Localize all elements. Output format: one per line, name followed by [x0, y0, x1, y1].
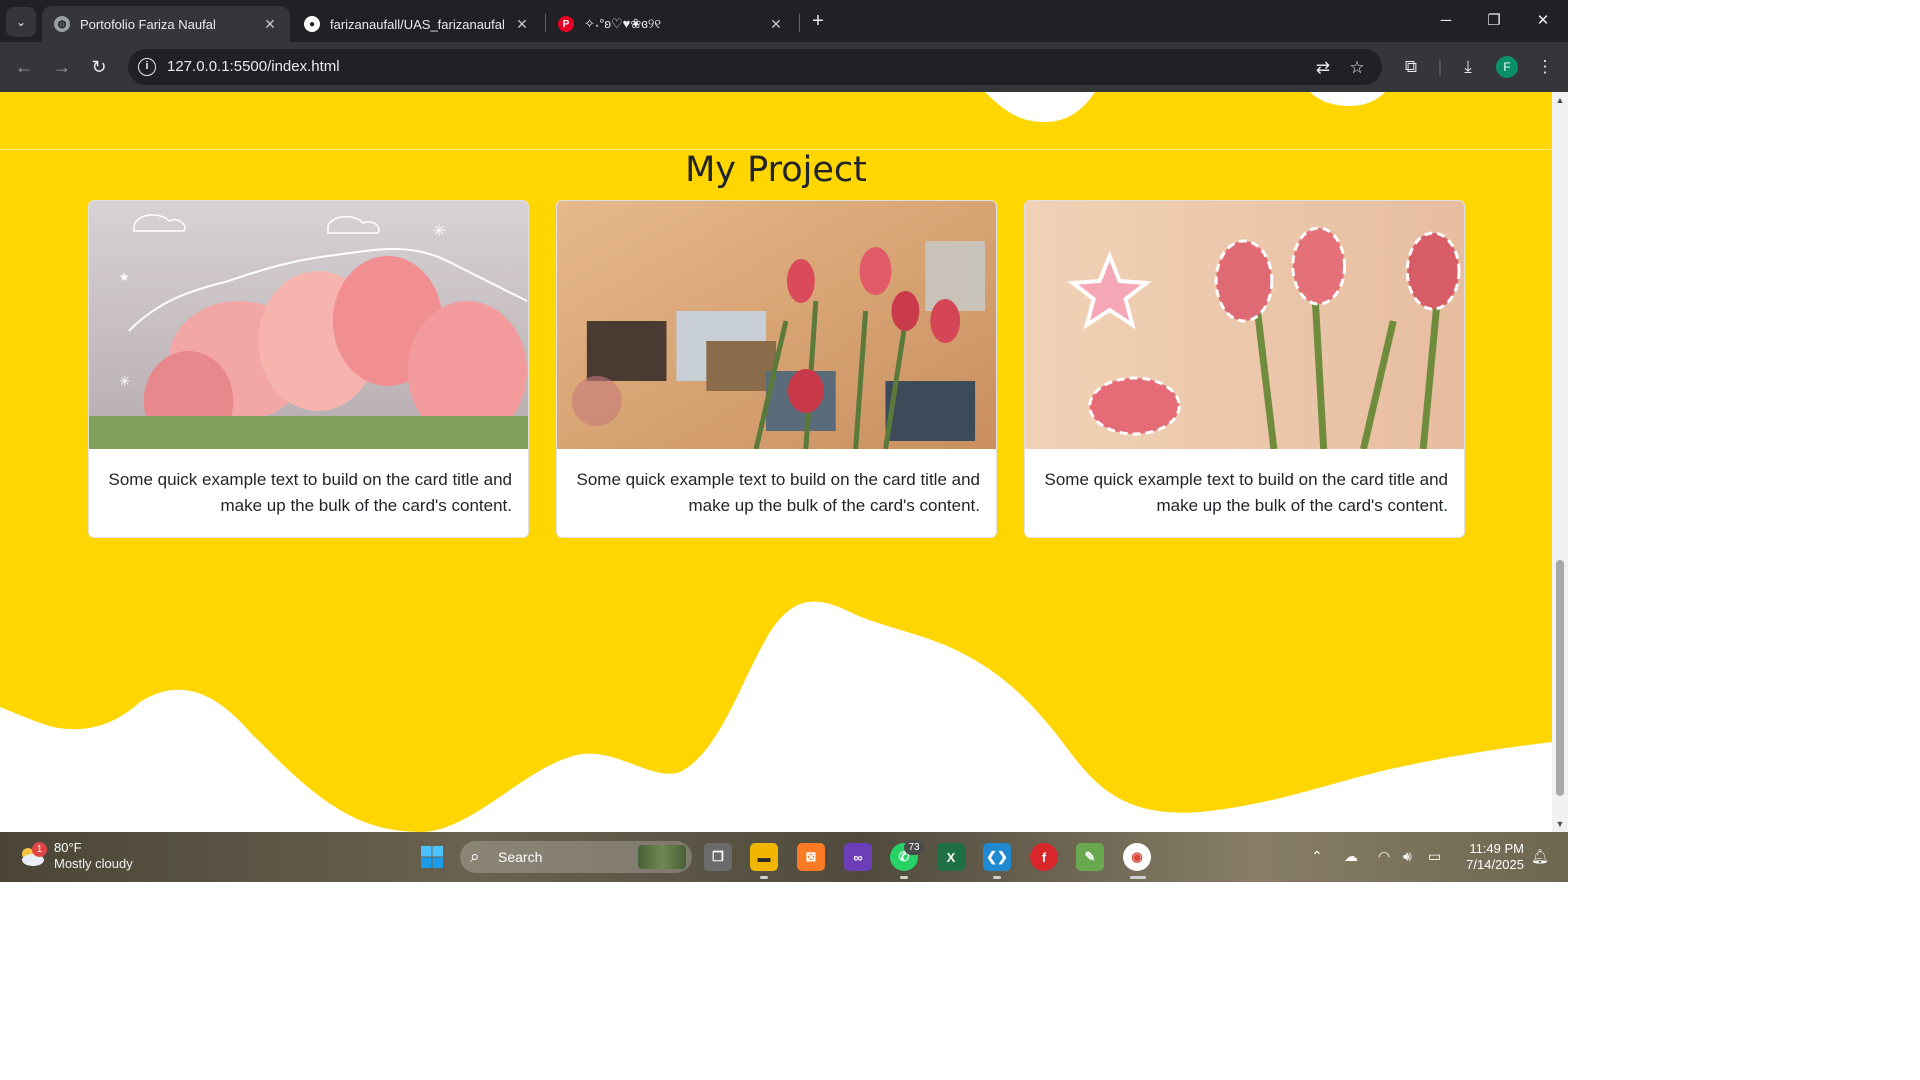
svg-text:✳: ✳	[432, 223, 445, 240]
flash-player-icon[interactable]: f	[1030, 843, 1058, 871]
back-icon[interactable]: ←	[12, 55, 36, 79]
search-icon: ⌕	[470, 847, 480, 866]
card-image-tulips-star	[1025, 201, 1464, 449]
battery-icon[interactable]: ▭	[1428, 848, 1441, 865]
download-icon[interactable]: ⤓	[1456, 55, 1480, 79]
forward-icon[interactable]: →	[50, 55, 74, 79]
section-title: My Project	[685, 150, 867, 190]
notepad-icon[interactable]: ✎	[1076, 843, 1104, 871]
scrollbar-thumb[interactable]	[1556, 560, 1564, 796]
close-icon[interactable]: ✕	[514, 16, 530, 33]
reload-icon[interactable]: ↻	[87, 55, 111, 79]
url-text[interactable]: 127.0.0.1:5500/index.html	[167, 58, 340, 75]
tab-title: farizanaufall/UAS_farizanaufal	[330, 16, 505, 32]
weather-badge: 1	[32, 842, 47, 857]
card-image-tulips-doodle: ✳ ✳ ★	[89, 201, 528, 449]
project-card[interactable]: Some quick example text to build on the …	[1024, 200, 1465, 538]
tray-overflow-icon[interactable]: ⌃	[1311, 848, 1323, 865]
taskbar-wallpaper	[0, 832, 1568, 882]
weather-condition: Mostly cloudy	[54, 856, 133, 871]
vscode-icon[interactable]: ❮❯	[983, 843, 1011, 871]
project-card[interactable]: Some quick example text to build on the …	[556, 200, 997, 538]
project-card[interactable]: ✳ ✳ ★ Some quick example text to build o…	[88, 200, 529, 538]
restore-icon[interactable]: ❐	[1479, 8, 1509, 34]
weather-widget[interactable]: 1 80°F Mostly cloudy	[18, 840, 133, 872]
app-running-indicator	[900, 876, 908, 879]
window-close-icon[interactable]: ✕	[1528, 8, 1558, 34]
toolbar-divider: |	[1437, 57, 1443, 76]
page-viewport: My Project ✳ ✳ ★ Some quick example text…	[0, 92, 1552, 832]
card-text: Some quick example text to build on the …	[108, 470, 512, 515]
github-icon: ●	[304, 16, 320, 32]
windows-taskbar: 1 80°F Mostly cloudy ⌕ Search ❐ ▬ ⊠ ∞ ✆ …	[0, 832, 1568, 882]
tab-separator	[799, 14, 800, 32]
card-text: Some quick example text to build on the …	[576, 470, 980, 515]
close-icon[interactable]: ✕	[262, 16, 278, 33]
svg-text:✳: ✳	[119, 373, 131, 389]
minimize-icon[interactable]: ─	[1431, 8, 1461, 34]
profile-avatar[interactable]: F	[1496, 56, 1518, 78]
chrome-icon[interactable]: ◉	[1123, 843, 1151, 871]
volume-icon[interactable]: 🔊︎	[1403, 848, 1412, 865]
card-image-tulips-wall	[557, 201, 996, 449]
excel-icon[interactable]: X	[937, 843, 965, 871]
app-running-indicator	[760, 876, 768, 879]
scroll-down-icon[interactable]: ▼	[1555, 819, 1565, 829]
address-bar[interactable]: i 127.0.0.1:5500/index.html ⇄ ☆	[128, 49, 1382, 85]
card-text: Some quick example text to build on the …	[1044, 470, 1448, 515]
tab-portfolio[interactable]: ◍ Portofolio Fariza Naufal ✕	[42, 6, 290, 42]
tab-search-button[interactable]: ⌄	[6, 7, 36, 37]
close-icon[interactable]: ✕	[768, 16, 784, 33]
notification-icon[interactable]: 🔔︎	[1531, 848, 1549, 865]
extensions-icon[interactable]: ⧉	[1399, 55, 1423, 79]
weather-temp: 80°F	[54, 840, 82, 855]
app-active-indicator	[1130, 876, 1146, 879]
pinterest-icon: P	[558, 16, 574, 32]
tab-title: Portofolio Fariza Naufal	[80, 16, 216, 32]
clock-date: 7/14/2025	[1466, 857, 1524, 872]
translate-icon[interactable]: ⇄	[1312, 57, 1334, 79]
wifi-icon[interactable]: ◠	[1378, 848, 1390, 865]
cloud-sun-icon: 1	[18, 842, 47, 868]
menu-kebab-icon[interactable]: ⋮	[1533, 55, 1557, 79]
tab-strip: ⌄ ◍ Portofolio Fariza Naufal ✕ ● farizan…	[0, 0, 1568, 42]
scroll-up-icon[interactable]: ▲	[1555, 95, 1565, 105]
chevron-down-icon: ⌄	[15, 15, 27, 29]
search-label: Search	[498, 849, 543, 865]
tab-github[interactable]: ● farizanaufall/UAS_farizanaufal ✕	[292, 6, 542, 42]
onedrive-icon[interactable]: ☁	[1344, 848, 1358, 865]
browser-window: ⌄ ◍ Portofolio Fariza Naufal ✕ ● farizan…	[0, 0, 1568, 882]
clock-time: 11:49 PM	[1469, 841, 1524, 856]
tab-pinterest[interactable]: P ✧˖°ʚ♡♥❀ɞ୨୧ ✕	[546, 6, 796, 42]
whatsapp-badge: 73	[904, 840, 924, 855]
new-tab-button[interactable]: +	[806, 9, 830, 33]
browser-toolbar: ← → ↻ i 127.0.0.1:5500/index.html ⇄ ☆ ⧉ …	[0, 42, 1568, 92]
taskbar-search[interactable]: ⌕ Search	[460, 841, 692, 873]
system-clock[interactable]: 11:49 PM 7/14/2025	[1462, 841, 1524, 873]
visual-studio-icon[interactable]: ∞	[844, 843, 872, 871]
page-scrollbar[interactable]: ▲ ▼	[1552, 92, 1568, 832]
task-view-icon[interactable]: ❐	[704, 843, 732, 871]
windows-start-icon[interactable]	[420, 845, 444, 869]
file-explorer-icon[interactable]: ▬	[750, 843, 778, 871]
search-highlight-image	[638, 845, 686, 869]
xampp-icon[interactable]: ⊠	[797, 843, 825, 871]
globe-icon: ◍	[54, 16, 70, 32]
bookmark-star-icon[interactable]: ☆	[1346, 57, 1368, 79]
app-running-indicator	[993, 876, 1001, 879]
tab-title: ✧˖°ʚ♡♥❀ɞ୨୧	[584, 16, 662, 31]
svg-text:★: ★	[119, 270, 130, 284]
site-info-icon[interactable]: i	[138, 58, 156, 76]
